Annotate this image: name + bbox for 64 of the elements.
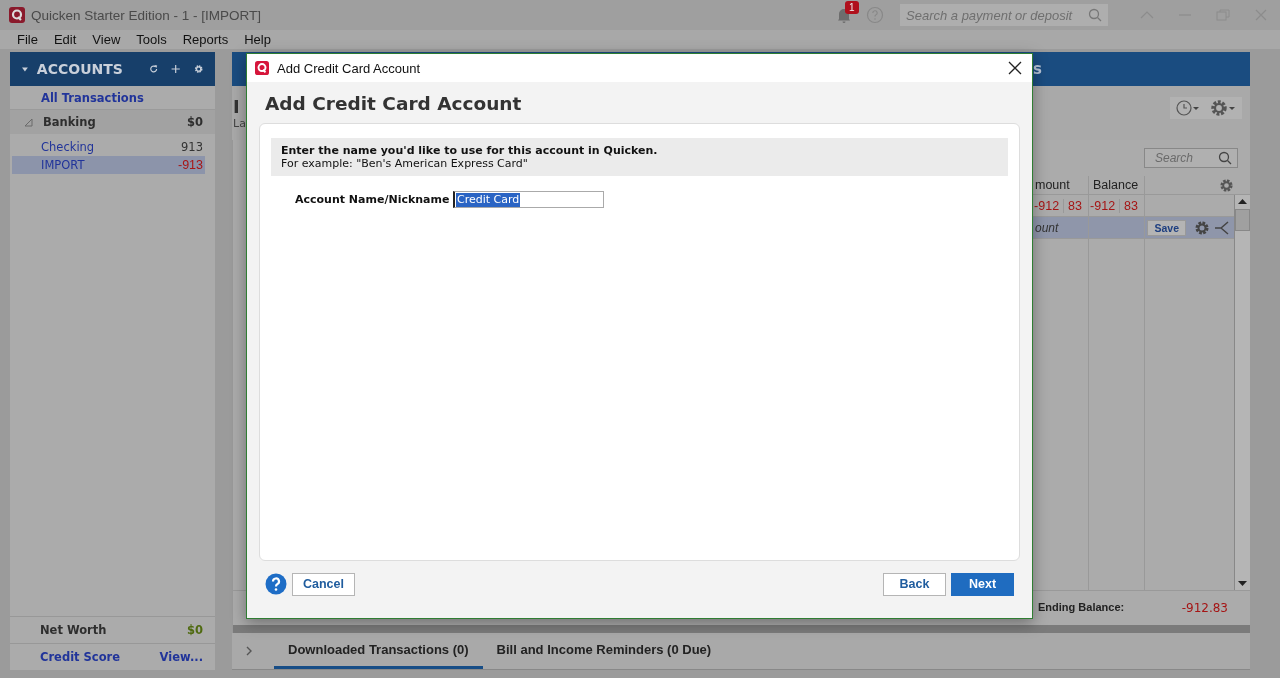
register-search-field[interactable]: Search xyxy=(1144,148,1238,168)
table-cell: -912 xyxy=(1034,198,1065,213)
field-label: Account Name/Nickname xyxy=(295,193,451,206)
table-cell: -912 xyxy=(1090,198,1121,213)
dialog-button[interactable]: Cancel xyxy=(292,572,355,596)
ending-balance-value: -912.83 xyxy=(1181,601,1228,615)
register-heading: I xyxy=(233,96,241,117)
net-worth-label: Net Worth xyxy=(40,623,107,637)
column-header[interactable]: Balance xyxy=(1088,176,1144,194)
menu-item[interactable]: File xyxy=(8,32,45,47)
table-cell: 83 xyxy=(1068,198,1082,213)
dialog-button[interactable]: Next xyxy=(951,572,1014,596)
account-group-row[interactable]: Banking $0 xyxy=(10,110,215,134)
account-item[interactable]: IMPORT -913 xyxy=(12,156,205,174)
scrollbar[interactable] xyxy=(1234,195,1250,590)
dialog-button[interactable]: Back xyxy=(883,572,946,596)
app-logo-icon xyxy=(9,7,25,23)
split-icon[interactable] xyxy=(1214,219,1230,236)
group-label: Banking xyxy=(43,115,96,129)
register-subtitle: La xyxy=(233,117,246,130)
save-button[interactable]: Save xyxy=(1147,219,1186,236)
account-balance: 913 xyxy=(181,140,203,154)
register-title: s xyxy=(1033,60,1042,78)
search-icon xyxy=(1088,8,1102,22)
caret-icon[interactable] xyxy=(22,65,28,73)
ending-balance-label: Ending Balance: xyxy=(1038,601,1125,615)
close-icon[interactable] xyxy=(1008,61,1022,75)
tab[interactable]: Downloaded Transactions (0) xyxy=(274,633,483,669)
account-name-field[interactable]: Credit Card xyxy=(453,191,604,208)
instruction-text: Enter the name you'd like to use for this account in Quicken. xyxy=(281,144,659,157)
amount-placeholder: ount xyxy=(1034,219,1060,237)
accounts-title: ACCOUNTS xyxy=(36,61,123,77)
dialog-title: Add Credit Card Account xyxy=(277,60,421,76)
help-icon[interactable] xyxy=(265,573,287,595)
account-name: IMPORT xyxy=(41,158,85,172)
notification-badge: 1 xyxy=(845,1,859,14)
menu-item[interactable]: Reports xyxy=(173,32,236,47)
menu-item[interactable]: Edit xyxy=(44,32,84,47)
window-title: Quicken Starter Edition - 1 - [IMPORT] xyxy=(31,7,262,23)
menu-item[interactable]: Tools xyxy=(127,32,174,47)
settings-dropdown-icon[interactable] xyxy=(1210,99,1236,117)
example-text: For example: "Ben's American Express Card" xyxy=(281,157,529,170)
scroll-thumb[interactable] xyxy=(1235,209,1250,231)
app-logo-icon xyxy=(255,61,269,75)
search-field[interactable]: Search a payment or deposit xyxy=(900,4,1108,26)
expand-toggle-icon[interactable] xyxy=(24,117,33,127)
clock-dropdown-icon[interactable] xyxy=(1176,100,1200,116)
settings-icon[interactable] xyxy=(1194,219,1210,236)
view-link[interactable]: View... xyxy=(159,650,203,664)
search-icon xyxy=(1218,151,1232,165)
account-balance: -913 xyxy=(177,158,203,172)
account-name: Checking xyxy=(41,140,95,154)
menu-item[interactable]: Help xyxy=(235,32,278,47)
credit-score-link[interactable]: Credit Score xyxy=(40,650,121,664)
menu-item[interactable]: View xyxy=(83,32,128,47)
table-cell: 83 xyxy=(1124,198,1138,213)
account-item[interactable]: Checking 913 xyxy=(12,138,205,156)
net-worth-amount: $0 xyxy=(187,623,203,637)
group-amount: $0 xyxy=(187,115,203,129)
tab[interactable]: Bill and Income Reminders (0 Due) xyxy=(482,633,726,669)
dialog-heading: Add Credit Card Account xyxy=(264,92,523,116)
notifications-button[interactable]: 1 xyxy=(836,1,862,24)
chevron-icon[interactable] xyxy=(244,645,254,657)
all-transactions-link[interactable]: All Transactions xyxy=(41,91,144,105)
